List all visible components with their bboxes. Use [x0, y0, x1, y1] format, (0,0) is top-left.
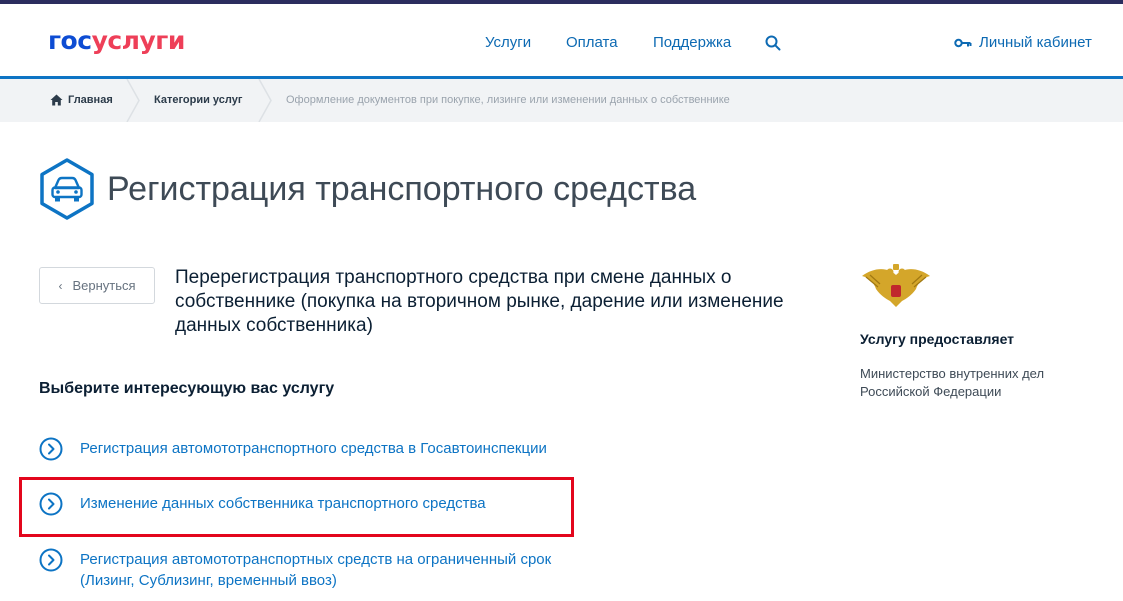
service-option-temporary-registration[interactable]: Регистрация автомототранспортных средств…: [39, 548, 551, 591]
provider-name[interactable]: Министерство внутренних дел Российской Ф…: [860, 365, 1100, 401]
breadcrumb-separator: [258, 79, 272, 122]
breadcrumb: Главная Категории услуг Оформление докум…: [0, 79, 1123, 122]
breadcrumb-current: Оформление документов при покупке, лизин…: [286, 94, 730, 106]
back-button-label: Вернуться: [72, 278, 136, 293]
breadcrumb-categories[interactable]: Категории услуг: [154, 93, 242, 107]
service-option-line: Регистрация автомототранспортного средст…: [80, 440, 547, 457]
car-icon: [40, 158, 94, 220]
chevron-left-icon: ‹: [58, 278, 63, 293]
provider-label: Услугу предоставляет: [860, 331, 1015, 347]
choose-service-heading: Выберите интересующую вас услугу: [39, 380, 335, 397]
service-option-line: Регистрация автомототранспортных средств…: [80, 551, 552, 568]
nav-support[interactable]: Поддержка: [653, 34, 731, 52]
service-option-label: Регистрация автомототранспортного средст…: [80, 438, 547, 459]
logo-part-gos: гос: [48, 26, 92, 55]
breadcrumb-home[interactable]: Главная: [50, 93, 113, 107]
breadcrumb-separator: [126, 79, 140, 122]
service-option-line-2: (Лизинг, Сублизинг, временный ввоз): [80, 572, 337, 589]
highlight-frame: [19, 477, 574, 537]
page-title: Регистрация транспортного средства: [107, 170, 697, 208]
service-subtitle: Перерегистрация транспортного средства п…: [175, 267, 784, 336]
account-label: Личный кабинет: [979, 34, 1092, 51]
site-header: госуслуги Услуги Оплата Поддержка Личный…: [0, 4, 1123, 77]
breadcrumb-home-label: Главная: [68, 94, 113, 106]
coat-of-arms-emblem: [862, 264, 930, 307]
search-icon[interactable]: [764, 34, 782, 52]
back-button[interactable]: ‹ Вернуться: [39, 267, 155, 304]
service-option-label: Регистрация автомототранспортных средств…: [80, 549, 551, 591]
account-link[interactable]: Личный кабинет: [954, 34, 1092, 52]
nav-services[interactable]: Услуги: [485, 34, 531, 52]
home-icon: [50, 94, 63, 106]
nav-payment[interactable]: Оплата: [566, 34, 618, 52]
chevron-right-circle-icon: [39, 437, 63, 461]
service-option-registration[interactable]: Регистрация автомототранспортного средст…: [39, 437, 547, 461]
logo-part-uslugi: услуги: [91, 26, 186, 55]
key-icon: [954, 38, 972, 48]
chevron-right-circle-icon: [39, 548, 63, 572]
gosuslugi-logo[interactable]: госуслуги: [48, 26, 185, 56]
